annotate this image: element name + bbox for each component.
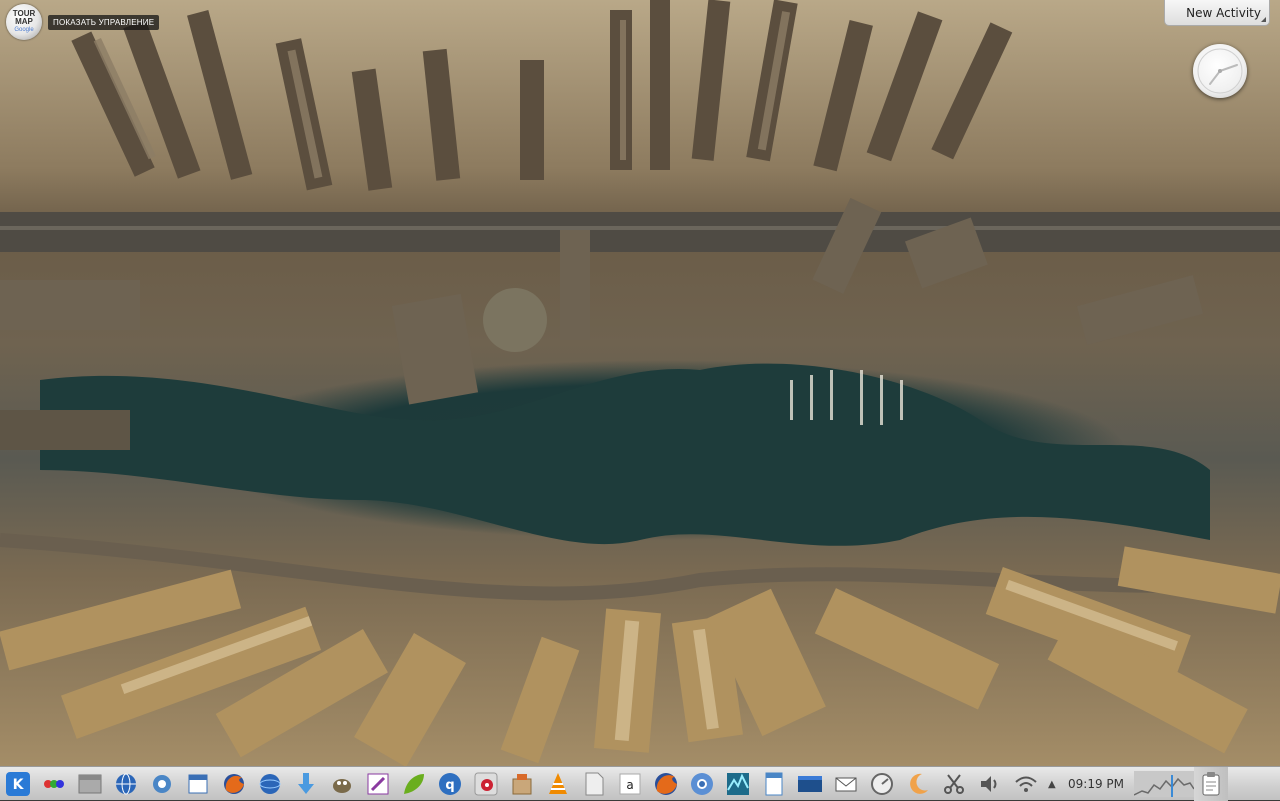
new-activity-button[interactable]: New Activity xyxy=(1164,0,1270,26)
speedometer-icon[interactable] xyxy=(868,770,896,798)
text-editor-icon[interactable] xyxy=(364,770,392,798)
svg-text:a: a xyxy=(626,778,633,792)
leaf-app-icon[interactable] xyxy=(400,770,428,798)
firefox-running-icon[interactable] xyxy=(652,770,680,798)
amazon-icon[interactable]: a xyxy=(616,770,644,798)
clipboard-icon[interactable] xyxy=(1194,766,1228,801)
globe-icon[interactable] xyxy=(112,770,140,798)
activities-icon[interactable] xyxy=(40,770,68,798)
gimp-icon[interactable] xyxy=(328,770,356,798)
kde-menu-icon[interactable]: K xyxy=(4,770,32,798)
taskbar-panel: Kq a ▲ 09:19 PM xyxy=(0,766,1280,801)
scissors-icon[interactable] xyxy=(940,770,968,798)
tourmap-logo-line3: Google xyxy=(14,27,34,33)
package-manager-icon[interactable] xyxy=(508,770,536,798)
calendar-icon[interactable] xyxy=(184,770,212,798)
vlc-icon[interactable] xyxy=(544,770,572,798)
taskbar-clock-time: 09:19 PM xyxy=(1068,776,1124,791)
svg-text:K: K xyxy=(13,777,25,793)
tourmap-logo[interactable]: TOUR MAP Google xyxy=(6,4,42,40)
document-icon[interactable] xyxy=(580,770,608,798)
firefox-icon[interactable] xyxy=(220,770,248,798)
chromium-icon[interactable] xyxy=(688,770,716,798)
weather-moon-icon[interactable] xyxy=(904,770,932,798)
system-monitor-icon[interactable] xyxy=(724,770,752,798)
network-globe-icon[interactable] xyxy=(256,770,284,798)
show-desktop-icon[interactable] xyxy=(76,770,104,798)
tourmap-overlay: TOUR MAP Google ПОКАЗАТЬ УПРАВЛЕНИЕ xyxy=(6,4,160,40)
show-controls-button[interactable]: ПОКАЗАТЬ УПРАВЛЕНИЕ xyxy=(48,14,160,30)
svg-text:q: q xyxy=(445,778,454,793)
wifi-icon[interactable] xyxy=(1012,770,1040,798)
resize-corner-icon xyxy=(1261,17,1266,22)
taskbar-clock[interactable]: 09:19 PM xyxy=(1068,777,1124,791)
tourmap-logo-line2: MAP xyxy=(15,17,33,26)
browser-settings-icon[interactable] xyxy=(148,770,176,798)
new-activity-label: New Activity xyxy=(1186,5,1261,20)
qbittorrent-icon[interactable]: q xyxy=(436,770,464,798)
launcher-list: Kq a xyxy=(0,770,1044,798)
aerial-city-image xyxy=(0,0,1280,766)
system-settings-icon[interactable] xyxy=(472,770,500,798)
volume-icon[interactable] xyxy=(976,770,1004,798)
cpu-graph-icon[interactable] xyxy=(1133,770,1195,797)
mail-icon[interactable] xyxy=(832,770,860,798)
desktop-wallpaper xyxy=(0,0,1280,766)
chevron-up-icon[interactable]: ▲ xyxy=(1048,779,1058,790)
analog-clock-icon[interactable] xyxy=(1193,44,1247,98)
kwrite-icon[interactable] xyxy=(760,770,788,798)
desktop-window-icon[interactable] xyxy=(796,770,824,798)
download-arrow-icon[interactable] xyxy=(292,770,320,798)
